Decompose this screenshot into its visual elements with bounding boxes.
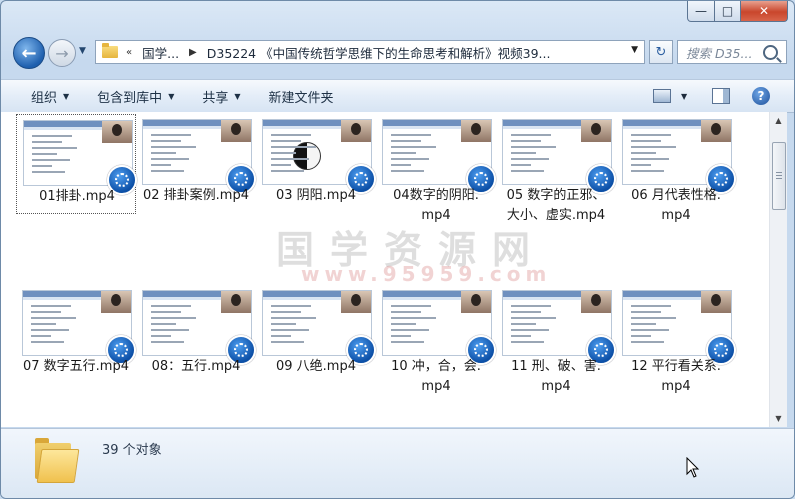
file-item[interactable]: 01排卦.mp4 — [16, 114, 137, 214]
scrollbar-thumb[interactable] — [772, 142, 786, 210]
file-name-line: 04数字的阴阳. — [393, 188, 479, 203]
forward-arrow-icon: → — [55, 43, 69, 63]
chevron-down-icon: ▼ — [234, 91, 241, 101]
recent-pages-dropdown-icon[interactable]: ▼ — [79, 46, 86, 56]
refresh-icon: ↻ — [655, 44, 667, 60]
address-dropdown-icon[interactable]: ▼ — [631, 45, 638, 55]
file-name-line: 07 数字五行.mp4 — [23, 359, 129, 374]
watermark-url: www.95959.com — [301, 262, 552, 286]
file-name-line: mp4 — [541, 379, 571, 394]
file-name-line: mp4 — [421, 379, 451, 394]
organize-menu[interactable]: 组织 ▼ — [31, 87, 69, 106]
search-icon — [763, 44, 778, 60]
chevron-down-icon: ▼ — [63, 91, 70, 101]
file-name-line: 11 刑、破、害. — [511, 359, 601, 374]
file-name-line: 09 八绝.mp4 — [276, 359, 356, 374]
file-item[interactable]: 05 数字的正邪、 大小、虚实.mp4 — [496, 114, 616, 223]
file-item[interactable]: 11 刑、破、害. mp4 — [496, 285, 616, 394]
file-name: 03 阴阳.mp4 — [256, 186, 376, 206]
file-name: 10 冲，合，会. mp4 — [376, 357, 496, 397]
vertical-scrollbar[interactable]: ▲ ▼ — [769, 112, 787, 427]
explorer-window: — □ ✕ ← → ▼ « 国学... ▶ D35224 《中国传统哲学思维下的… — [0, 0, 795, 499]
file-item[interactable]: 04数字的阴阳. mp4 — [376, 114, 496, 223]
search-input[interactable]: 搜索 D35... — [677, 40, 787, 64]
change-view-button[interactable]: ▼ — [653, 86, 687, 106]
scroll-down-icon[interactable]: ▼ — [770, 410, 787, 427]
breadcrumb-item-current[interactable]: D35224 《中国传统哲学思维下的生命思考和解析》视频39... — [207, 43, 551, 62]
file-name-line: 08：五行.mp4 — [151, 359, 241, 374]
item-count: 39 个对象 — [102, 443, 162, 458]
address-bar[interactable]: « 国学... ▶ D35224 《中国传统哲学思维下的生命思考和解析》视频39… — [95, 40, 645, 64]
folder-icon — [35, 435, 80, 483]
file-item[interactable]: 03 阴阳.mp4 — [256, 114, 376, 214]
file-name: 11 刑、破、害. mp4 — [496, 357, 616, 397]
file-name-line: mp4 — [661, 208, 691, 223]
file-name-line: mp4 — [421, 208, 451, 223]
file-name-line: 03 阴阳.mp4 — [276, 188, 356, 203]
share-label: 共享 — [202, 90, 229, 106]
help-icon: ? — [752, 87, 770, 105]
file-item[interactable]: 09 八绝.mp4 — [256, 285, 376, 385]
grip-line — [776, 175, 782, 176]
preview-pane-button[interactable] — [712, 86, 730, 106]
file-name: 09 八绝.mp4 — [256, 357, 376, 377]
search-placeholder: 搜索 D35... — [686, 45, 753, 61]
file-name: 02 排卦案例.mp4 — [136, 186, 256, 206]
file-name-line: 01排卦.mp4 — [39, 189, 115, 204]
breadcrumb-item[interactable]: 国学... — [142, 43, 179, 62]
grip-line — [776, 178, 782, 179]
back-button[interactable]: ← — [13, 37, 45, 69]
chevron-down-icon: ▼ — [168, 91, 175, 101]
include-in-library-label: 包含到库中 — [97, 90, 163, 106]
new-folder-label: 新建文件夹 — [268, 90, 334, 106]
file-item[interactable]: 08：五行.mp4 — [136, 285, 256, 385]
back-arrow-icon: ← — [21, 42, 37, 64]
file-name: 04数字的阴阳. mp4 — [376, 186, 496, 226]
preview-pane-icon — [712, 88, 730, 104]
file-name: 12 平行看关系. mp4 — [616, 357, 736, 397]
file-name: 07 数字五行.mp4 — [16, 357, 136, 377]
help-button[interactable]: ? — [752, 86, 770, 106]
file-name-line: mp4 — [661, 379, 691, 394]
file-name-line: 大小、虚实.mp4 — [506, 208, 606, 223]
grip-line — [776, 172, 782, 173]
share-menu[interactable]: 共享 ▼ — [202, 87, 240, 106]
file-name-line: 06 月代表性格. — [631, 188, 721, 203]
minimize-button[interactable]: — — [687, 1, 715, 22]
file-name-line: 05 数字的正邪、 — [506, 188, 606, 203]
forward-button[interactable]: → — [48, 39, 76, 67]
organize-label: 组织 — [31, 90, 58, 106]
file-item[interactable]: 10 冲，合，会. mp4 — [376, 285, 496, 394]
file-name-line: 12 平行看关系. — [631, 359, 721, 374]
navigation-bar: ← → ▼ « 国学... ▶ D35224 《中国传统哲学思维下的生命思考和解… — [9, 37, 789, 69]
refresh-button[interactable]: ↻ — [649, 40, 673, 64]
details-pane: 39 个对象 — [1, 428, 794, 498]
file-item[interactable]: 12 平行看关系. mp4 — [616, 285, 736, 394]
file-name: 06 月代表性格. mp4 — [616, 186, 736, 226]
file-name: 08：五行.mp4 — [136, 357, 256, 377]
breadcrumb-overflow[interactable]: « — [126, 47, 132, 58]
file-name: 05 数字的正邪、 大小、虚实.mp4 — [496, 186, 616, 226]
folder-icon — [102, 43, 118, 58]
maximize-button[interactable]: □ — [715, 1, 741, 22]
file-name-line: 02 排卦案例.mp4 — [143, 188, 249, 203]
caption-buttons: — □ ✕ — [687, 1, 788, 22]
file-name: 01排卦.mp4 — [17, 187, 137, 207]
file-view[interactable]: 国学资源网 www.95959.com 01排卦.mp4 02 排卦案例.mp4 0… — [1, 112, 769, 427]
view-icon — [653, 89, 671, 103]
file-item[interactable]: 02 排卦案例.mp4 — [136, 114, 256, 214]
scroll-up-icon[interactable]: ▲ — [770, 112, 787, 129]
file-item[interactable]: 07 数字五行.mp4 — [16, 285, 136, 385]
command-bar: 组织 ▼ 包含到库中 ▼ 共享 ▼ 新建文件夹 ▼ ? — [1, 79, 794, 113]
file-name-line: 10 冲，合，会. — [391, 359, 481, 374]
breadcrumb-separator-icon[interactable]: ▶ — [189, 47, 197, 58]
close-button[interactable]: ✕ — [741, 1, 788, 22]
new-folder-button[interactable]: 新建文件夹 — [269, 87, 334, 106]
chevron-down-icon: ▼ — [681, 91, 688, 101]
file-item[interactable]: 06 月代表性格. mp4 — [616, 114, 736, 223]
include-in-library-menu[interactable]: 包含到库中 ▼ — [97, 87, 174, 106]
